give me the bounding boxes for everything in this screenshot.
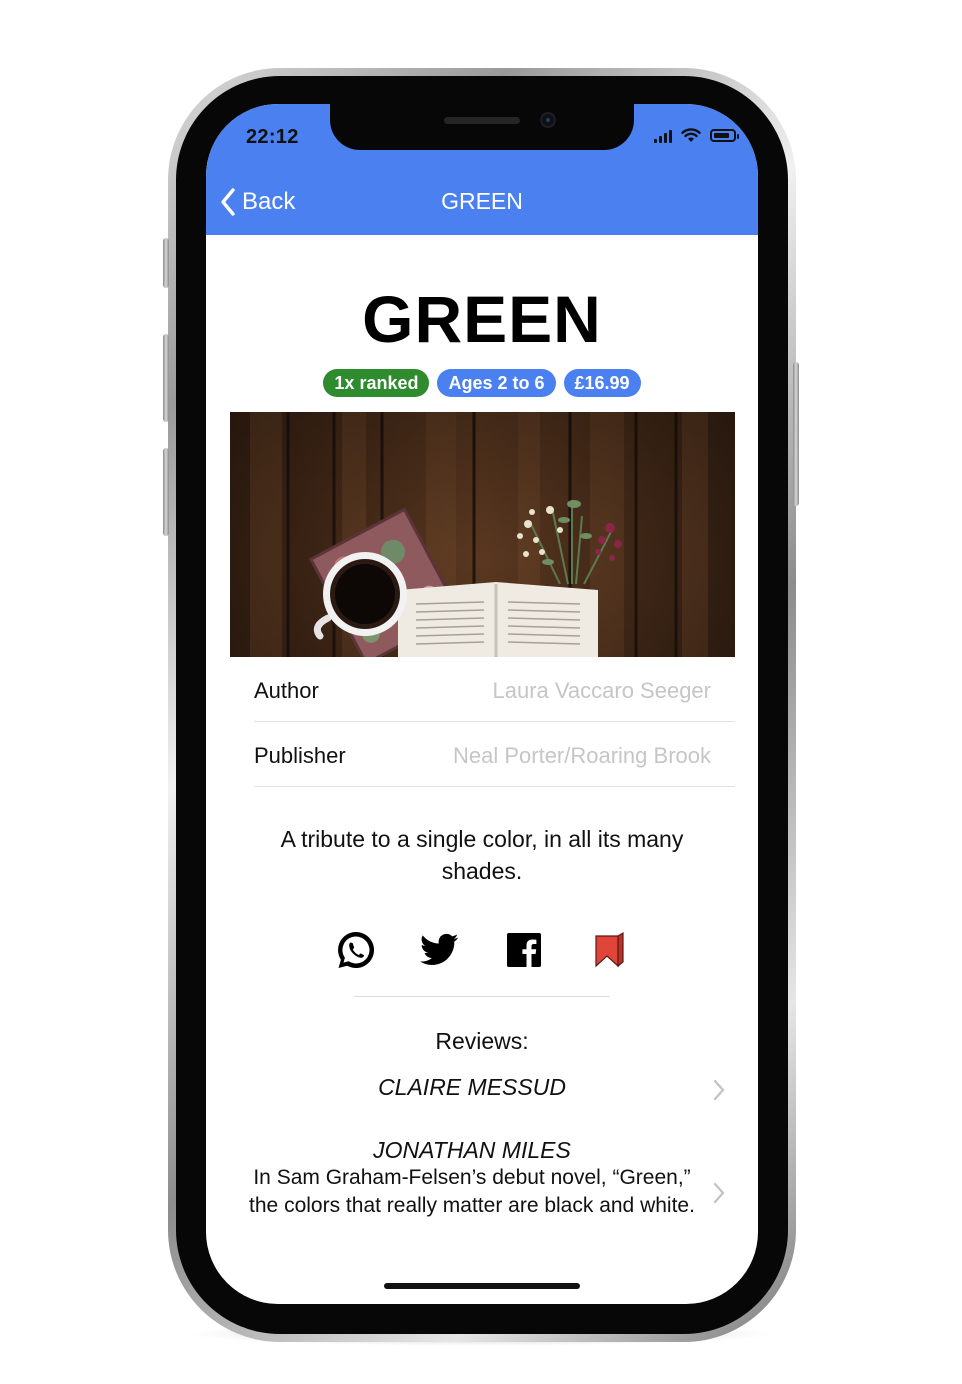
book-summary: A tribute to a single color, in all its … [280, 826, 684, 884]
book-title: GREEN [362, 282, 602, 356]
reviews-heading: Reviews: [435, 1028, 529, 1054]
status-icons [654, 128, 739, 143]
wifi-icon [681, 128, 701, 142]
chevron-right-icon [712, 1078, 726, 1107]
phone-screen: 22:12 Back GREEN GREEN 1x ranked Ages 2 … [206, 104, 758, 1304]
mute-switch [163, 238, 169, 288]
stage: 22:12 Back GREEN GREEN 1x ranked Ages 2 … [0, 0, 962, 1384]
front-camera [540, 112, 556, 128]
reviewer-name: CLAIRE MESSUD [378, 1074, 566, 1100]
age-badge: Ages 2 to 6 [437, 369, 556, 397]
publisher-value: Neal Porter/Roaring Brook [452, 743, 711, 768]
share-divider [354, 996, 610, 997]
author-value: Laura Vaccaro Seeger [492, 678, 711, 703]
twitter-icon [420, 933, 459, 965]
share-row [206, 930, 758, 970]
author-row: Author Laura Vaccaro Seeger [254, 658, 735, 722]
cover-image [230, 412, 735, 657]
nav-title: GREEN [441, 188, 523, 214]
battery-icon [710, 129, 739, 142]
facebook-icon [507, 933, 541, 967]
price-badge: £16.99 [563, 369, 641, 397]
review-item-claire-messud[interactable]: CLAIRE MESSUD [246, 1074, 726, 1108]
author-label: Author [254, 678, 319, 703]
publisher-label: Publisher [254, 743, 346, 768]
status-time: 22:12 [246, 126, 299, 148]
chevron-right-icon [712, 1181, 726, 1210]
cellular-signal-icon [654, 129, 672, 143]
device-notch [330, 104, 634, 150]
home-indicator[interactable] [384, 1283, 580, 1289]
reviewer-name: JONATHAN MILES [373, 1137, 571, 1163]
review-excerpt: In Sam Graham-Felsen’s debut novel, “Gre… [249, 1166, 695, 1217]
volume-up-button [163, 334, 169, 422]
volume-down-button [163, 448, 169, 536]
review-item-jonathan-miles[interactable]: JONATHAN MILES In Sam Graham-Felsen’s de… [246, 1137, 726, 1255]
whatsapp-icon [338, 932, 375, 968]
whatsapp-share-button[interactable] [336, 930, 376, 970]
badge-row: 1x ranked Ages 2 to 6 £16.99 [206, 369, 758, 397]
bookmark-icon [595, 931, 624, 968]
facebook-share-button[interactable] [504, 930, 544, 970]
power-button [793, 362, 799, 506]
speaker-grille [444, 117, 520, 124]
publisher-row: Publisher Neal Porter/Roaring Brook [254, 723, 735, 787]
rank-badge: 1x ranked [323, 369, 430, 397]
bookmark-button[interactable] [588, 930, 628, 970]
twitter-share-button[interactable] [420, 930, 460, 970]
